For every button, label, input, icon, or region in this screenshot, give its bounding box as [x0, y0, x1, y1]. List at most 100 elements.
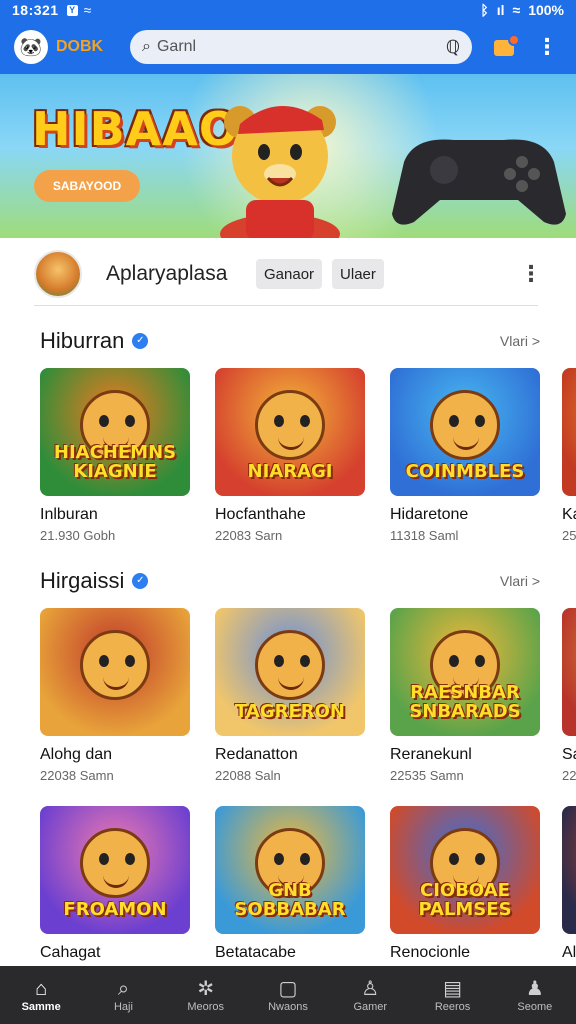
game-card[interactable]: GNB SOBBABAR Betatacabe — [215, 806, 365, 962]
game-card[interactable]: Ka 25 — [562, 368, 576, 543]
game-thumbnail[interactable]: CIOBOAE PALMSES — [390, 806, 540, 934]
screen-icon: ▢ — [278, 978, 298, 1000]
game-logo-text: CIOBOAE PALMSES — [418, 880, 512, 921]
profile-menu-icon[interactable]: ⋮ — [520, 261, 542, 287]
search-icon: ⌕ — [142, 38, 151, 55]
game-card[interactable]: FROAMON Cahagat — [40, 806, 190, 962]
game-title: Hidaretone — [390, 506, 469, 523]
game-meta: 22038 Samn — [40, 768, 114, 783]
game-thumbnail[interactable]: NIARAGI — [215, 368, 365, 496]
nav-item-nwaons[interactable]: ▢ Nwaons — [247, 966, 329, 1024]
game-thumbnail[interactable]: TAGRERON — [215, 608, 365, 736]
game-meta: 22088 Saln — [215, 768, 281, 783]
compass-icon: ✲ — [197, 978, 215, 1000]
game-title: Redanatton — [215, 746, 298, 763]
game-thumbnail[interactable] — [562, 608, 576, 736]
game-meta: 22535 Samn — [390, 768, 464, 783]
search-input[interactable]: Garnl — [157, 38, 446, 56]
game-logo-text: NIARAGI — [247, 461, 333, 483]
overflow-menu-icon[interactable]: ⋮ — [536, 36, 558, 58]
app-logo[interactable]: 🐼 — [14, 30, 48, 64]
status-left-icons: Y ≈ — [66, 2, 92, 18]
avatar[interactable] — [34, 250, 82, 298]
section-header-1: Hiburran ✓ Vlari > — [40, 326, 540, 356]
bear-mascot-illustration — [220, 105, 340, 238]
bottom-navigation: ⌂ Samme ⌕ Haji ✲ Meoros ▢ Nwaons ♙ Gamer ▤ Reeros ♟ S… — [0, 966, 576, 1024]
game-logo-text: GNB SOBBABAR — [234, 880, 346, 921]
game-thumbnail[interactable] — [562, 368, 576, 496]
chip-ulaer[interactable]: Ulaer — [332, 259, 384, 289]
nav-item-seome[interactable]: ♟ Seome — [494, 966, 576, 1024]
mascot-illustration — [80, 630, 150, 700]
home-icon: ⌂ — [35, 978, 48, 1000]
game-card[interactable]: COINMBLES Hidaretone 11318 Saml — [390, 368, 540, 543]
mascot-illustration — [80, 828, 150, 898]
search-bar[interactable]: ⌕ Garnl ℚ — [130, 30, 472, 64]
signal-icon: ıl — [496, 2, 505, 18]
status-right: ᛒ ıl ≈ 100% — [480, 2, 564, 18]
game-logo-text: COINMBLES — [405, 461, 525, 483]
game-logo-text: RAESNBAR SNBARADS — [409, 682, 521, 723]
gift-button[interactable] — [492, 34, 520, 60]
section-header-2: Hirgaissi ✓ Vlari > — [40, 566, 540, 596]
game-thumbnail[interactable]: RAESNBAR SNBARADS — [390, 608, 540, 736]
section-title: Hiburran — [40, 328, 125, 353]
game-card[interactable]: TAGRERON Redanatton 22088 Saln — [215, 608, 365, 783]
game-thumbnail[interactable] — [40, 608, 190, 736]
section-title: Hirgaissi — [40, 568, 125, 593]
library-icon: ▤ — [443, 978, 462, 1000]
game-title: Sa — [562, 746, 576, 763]
status-time: 18:321 — [12, 2, 59, 18]
game-title: Renocionle — [390, 944, 471, 961]
lens-icon[interactable]: ℚ — [446, 37, 460, 58]
game-card[interactable]: RAESNBAR SNBARADS Reranekunl 22535 Samn — [390, 608, 540, 783]
game-title: Betatacabe — [215, 944, 296, 961]
game-meta: 22083 Sarn — [215, 528, 283, 543]
game-meta: 22 — [562, 768, 576, 783]
game-card[interactable]: CIOBOAE PALMSES Renocionle — [390, 806, 540, 962]
verified-icon: ✓ — [132, 333, 149, 349]
game-thumbnail[interactable]: FROAMON — [40, 806, 190, 934]
game-title: Cahagat — [40, 944, 101, 961]
nav-item-samme[interactable]: ⌂ Samme — [0, 966, 82, 1024]
game-meta: 25 — [562, 528, 576, 543]
mascot-illustration — [255, 630, 325, 700]
notification-dot — [508, 34, 520, 46]
game-card[interactable]: Al — [562, 806, 576, 962]
nav-item-meoros[interactable]: ✲ Meoros — [165, 966, 247, 1024]
badge-icon: ♙ — [361, 978, 380, 1000]
nav-label: Reeros — [434, 1001, 471, 1013]
nav-item-haji[interactable]: ⌕ Haji — [82, 966, 164, 1024]
gamepad-illustration — [392, 139, 566, 225]
see-more-link[interactable]: Vlari > — [500, 573, 540, 589]
game-card[interactable]: Alohg dan 22038 Samn — [40, 608, 190, 783]
game-logo-text: HIACHEMNS KIAGNIE — [53, 442, 177, 483]
nav-item-gamer[interactable]: ♙ Gamer — [329, 966, 411, 1024]
wifi-icon: ≈ — [83, 2, 92, 18]
banner-pill-button[interactable]: SABAYOOD — [34, 170, 140, 202]
chip-ganaor[interactable]: Ganaor — [256, 259, 323, 289]
game-thumbnail[interactable]: HIACHEMNS KIAGNIE — [40, 368, 190, 496]
mascot-illustration — [430, 390, 500, 460]
nav-label: Samme — [21, 1001, 61, 1013]
game-title: Inlburan — [40, 506, 98, 523]
brand-name: DOBK — [56, 38, 104, 55]
hero-banner[interactable]: HIBAAO SABAYOOD — [0, 74, 576, 238]
game-thumbnail[interactable]: COINMBLES — [390, 368, 540, 496]
nav-label: Gamer — [353, 1001, 388, 1013]
game-thumbnail[interactable]: GNB SOBBABAR — [215, 806, 365, 934]
app-bar: 🐼 DOBK ⌕ Garnl ℚ ⋮ — [0, 20, 576, 74]
game-card[interactable]: Sa 22 — [562, 608, 576, 783]
game-title: Al — [562, 944, 576, 961]
game-thumbnail[interactable] — [562, 806, 576, 934]
game-meta: 11318 Saml — [390, 528, 459, 543]
game-card[interactable]: HIACHEMNS KIAGNIE Inlburan 21.930 Gobh — [40, 368, 190, 543]
profile-row: Aplaryaplasa Ganaor Ulaer ⋮ — [0, 242, 576, 306]
wifi-icon-right: ≈ — [512, 2, 521, 18]
game-title: Ka — [562, 506, 576, 523]
see-more-link[interactable]: Vlari > — [500, 333, 540, 349]
game-logo-text: TAGRERON — [235, 701, 345, 723]
nav-label: Meoros — [187, 1001, 225, 1013]
game-card[interactable]: NIARAGI Hocfanthahe 22083 Sarn — [215, 368, 365, 543]
nav-item-reeros[interactable]: ▤ Reeros — [411, 966, 493, 1024]
